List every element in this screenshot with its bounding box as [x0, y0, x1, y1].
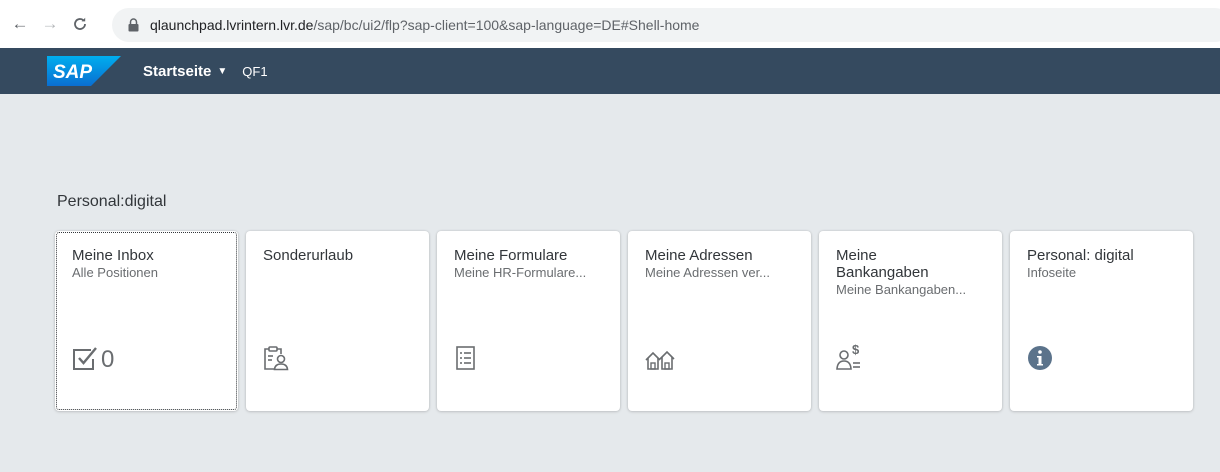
tile-subtitle: Meine HR-Formulare... — [454, 265, 587, 280]
tile-subtitle: Meine Bankangaben... — [836, 282, 967, 297]
browser-toolbar: ← → qlaunchpad.lvrintern.lvr.de/sap/bc/u… — [0, 0, 1220, 48]
svg-text:$: $ — [852, 343, 860, 357]
address-bar[interactable]: qlaunchpad.lvrintern.lvr.de/sap/bc/ui2/f… — [112, 8, 1220, 42]
url-host: qlaunchpad.lvrintern.lvr.de — [150, 17, 314, 33]
tile-footer — [263, 345, 289, 371]
tile-title: Personal: digital — [1027, 247, 1134, 264]
arrow-left-icon[interactable]: ← — [9, 13, 31, 35]
sap-logo[interactable]: SAP — [47, 56, 121, 86]
tile-subtitle: Alle Positionen — [72, 265, 158, 280]
tile-footer: $ — [836, 343, 864, 371]
url-path: /sap/bc/ui2/flp?sap-client=100&sap-langu… — [313, 17, 700, 33]
tile-personal-digital[interactable]: Personal: digital Infoseite — [1010, 231, 1193, 411]
system-id: QF1 — [242, 63, 268, 79]
tile-meine-formulare[interactable]: Meine Formulare Meine HR-Formulare... — [437, 231, 620, 411]
arrow-right-icon[interactable]: → — [39, 13, 61, 35]
person-money-icon: $ — [836, 343, 860, 370]
shell-bar: SAP Startseite ▼ QF1 — [0, 48, 1220, 94]
houses-icon — [645, 350, 675, 370]
tile-subtitle: Infoseite — [1027, 265, 1077, 280]
caret-down-icon: ▼ — [217, 65, 228, 77]
group-title: Personal:digital — [57, 193, 167, 210]
tile-footer — [454, 345, 478, 371]
tile-footer: 0 — [72, 345, 115, 373]
lock-icon — [128, 18, 142, 32]
url-text: qlaunchpad.lvrintern.lvr.de/sap/bc/ui2/f… — [150, 17, 699, 33]
reload-icon[interactable] — [69, 13, 91, 35]
tile-meine-inbox[interactable]: Meine Inbox Alle Positionen 0 — [55, 231, 238, 411]
tile-title: Meine Formulare — [454, 247, 568, 264]
tile-footer — [645, 349, 675, 371]
tile-title: Meine Adressen — [645, 247, 753, 264]
tile-title: Sonderurlaub — [263, 247, 354, 264]
tile-sonderurlaub[interactable]: Sonderurlaub — [246, 231, 429, 411]
form-list-icon — [456, 346, 475, 370]
tile-title: Meine Bankangaben — [836, 247, 929, 281]
info-icon — [1028, 346, 1052, 370]
tile-meine-bankangaben[interactable]: Meine Bankangaben Meine Bankangaben... $ — [819, 231, 1002, 411]
tile-count: 0 — [101, 346, 115, 373]
task-checkbox-icon — [73, 347, 97, 370]
tile-title: Meine Inbox — [72, 247, 154, 264]
home-title-menu[interactable]: Startseite ▼ — [143, 63, 227, 80]
tile-footer — [1027, 345, 1053, 371]
shell-title-label: Startseite — [143, 62, 212, 80]
clipboard-person-icon — [264, 346, 289, 371]
tile-subtitle: Meine Adressen ver... — [645, 265, 771, 280]
tile-meine-adressen[interactable]: Meine Adressen Meine Adressen ver... — [628, 231, 811, 411]
sap-logo-text: SAP — [53, 62, 92, 83]
